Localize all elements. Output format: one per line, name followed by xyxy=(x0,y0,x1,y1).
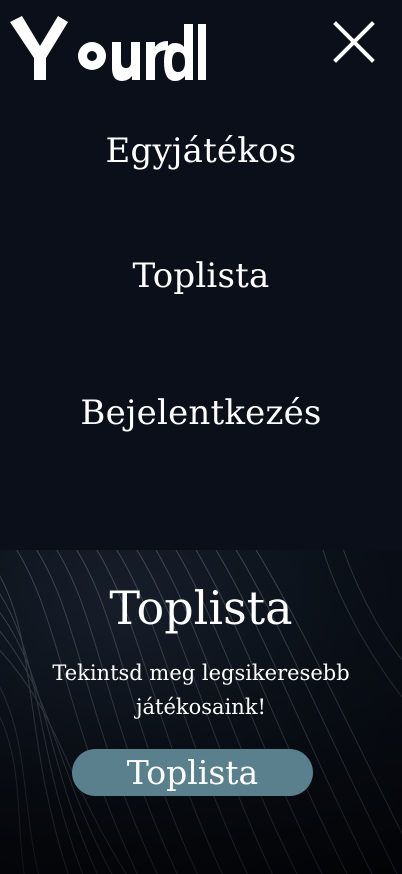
close-icon xyxy=(333,21,375,63)
yourdle-logo[interactable] xyxy=(8,16,218,84)
menu-item-leaderboard[interactable]: Toplista xyxy=(0,255,402,297)
menu-item-singleplayer[interactable]: Egyjátékos xyxy=(0,130,402,172)
leaderboard-button[interactable]: Toplista xyxy=(72,749,313,796)
promo-description: Tekintsd meg legsikeresebb játékosaink! xyxy=(52,661,350,719)
menu-item-login[interactable]: Bejelentkezés xyxy=(0,392,402,434)
header xyxy=(0,0,402,110)
logo-graphic xyxy=(10,16,206,81)
main-menu: Egyjátékos Toplista Bejelentkezés xyxy=(0,110,402,550)
promo-title: Toplista xyxy=(109,581,293,635)
leaderboard-promo: Toplista Tekintsd meg legsikeresebb játé… xyxy=(0,550,402,874)
close-button[interactable] xyxy=(330,18,378,66)
